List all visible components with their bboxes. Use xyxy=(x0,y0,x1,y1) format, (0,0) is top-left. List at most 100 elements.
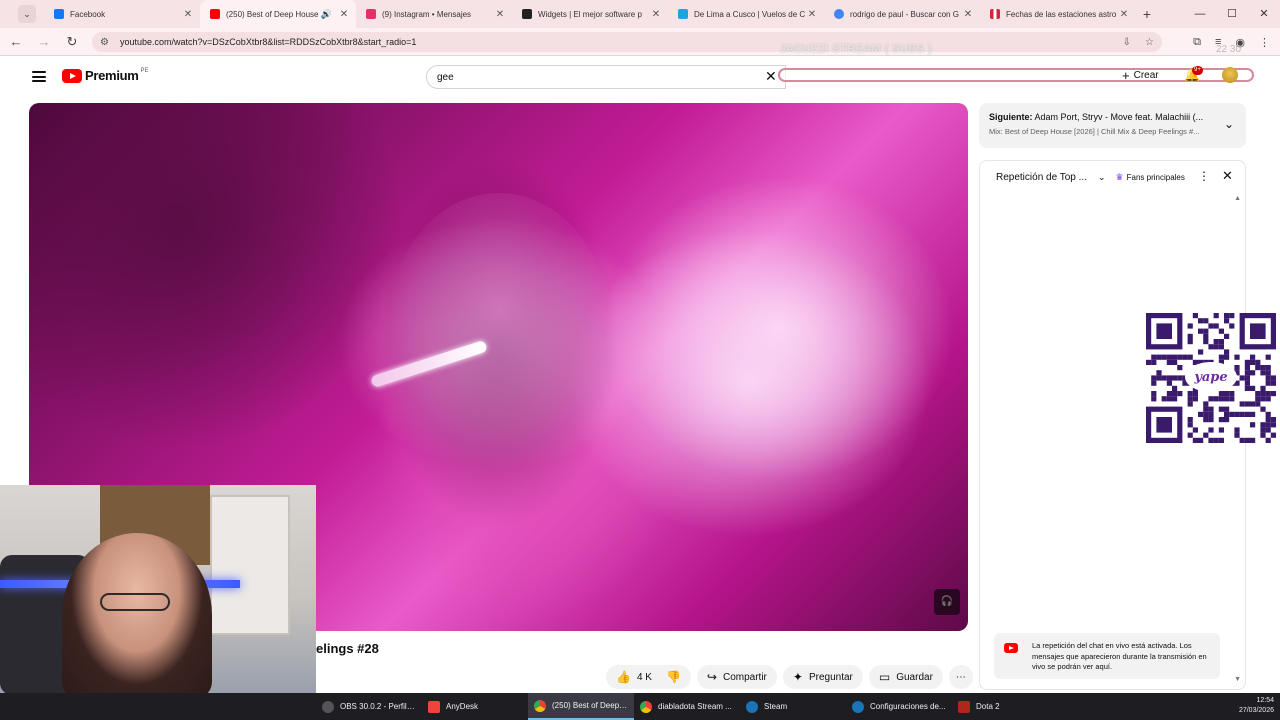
new-tab-button[interactable]: + xyxy=(1136,6,1158,22)
close-icon[interactable]: ✕ xyxy=(1118,9,1130,20)
stream-overlay-bar xyxy=(778,68,1254,82)
tab-seasons[interactable]: Fechas de las estaciones astro ✕ xyxy=(980,0,1136,28)
site-info-icon[interactable]: ⚙ xyxy=(100,37,114,48)
tab-instagram[interactable]: (9) Instagram • Mensajes ✕ xyxy=(356,0,512,28)
close-icon[interactable]: ✕ xyxy=(338,9,350,20)
tab-google-search[interactable]: rodrigo de paul - Buscar con G ✕ xyxy=(824,0,980,28)
back-icon[interactable]: ← xyxy=(4,34,28,49)
up-next-subtitle: Mix: Best of Deep House [2026] | Chill M… xyxy=(989,127,1200,136)
more-actions-button[interactable]: ⋯ xyxy=(948,665,973,689)
taskbar-item-chrome-stream[interactable]: diabladota Stream ... xyxy=(634,693,740,720)
chrome-icon xyxy=(534,699,546,712)
yape-logo: yape xyxy=(1185,362,1237,392)
taskbar-item-steam[interactable]: Steam xyxy=(740,693,846,720)
search-input[interactable]: gee xyxy=(426,65,786,89)
taskbar-item-anydesk[interactable]: AnyDesk xyxy=(422,693,528,720)
taskbar-item-obs[interactable]: OBS 30.0.2 - Perfil: ... xyxy=(316,693,422,720)
url-bar[interactable]: ⚙ youtube.com/watch?v=DSzCobXtbr8&list=R… xyxy=(92,32,1162,52)
tab-youtube[interactable]: (250) Best of Deep House 🔊 ✕ xyxy=(200,0,356,28)
more-icon: ⋯ xyxy=(955,671,966,683)
youtube-icon xyxy=(1004,643,1018,653)
tab-label: (250) Best of Deep House xyxy=(226,9,319,19)
share-icon: ↪ xyxy=(706,670,717,684)
browser-tab-bar: ⌄ Facebook ✕ (250) Best of Deep House 🔊 … xyxy=(0,0,1280,28)
create-button[interactable]: + Crear xyxy=(1122,68,1159,83)
save-button[interactable]: ▭ Guardar xyxy=(868,665,943,689)
minimize-icon[interactable]: — xyxy=(1184,0,1216,28)
tab-search-icon[interactable]: ⌄ xyxy=(18,5,36,23)
tab-label: rodrigo de paul - Buscar con G xyxy=(850,9,959,19)
top-fans-label: Fans principales xyxy=(1126,172,1185,182)
clock-date: 27/03/2026 xyxy=(1238,707,1274,714)
browser-menu-icon[interactable]: ⋮ xyxy=(1259,36,1270,49)
up-next-label: Siguiente: xyxy=(989,112,1033,122)
close-icon[interactable]: ✕ xyxy=(962,9,974,20)
thumbs-up-icon: 👍 xyxy=(616,670,631,684)
clear-search-icon[interactable]: ✕ xyxy=(765,68,777,85)
speaker-icon[interactable]: 🔊 xyxy=(321,9,332,20)
video-frame-face xyxy=(389,193,609,453)
create-label: Crear xyxy=(1133,70,1159,81)
webcam-overlay xyxy=(0,485,316,693)
flight-icon xyxy=(678,9,688,19)
taskbar-label: OBS 30.0.2 - Perfil: ... xyxy=(340,702,416,711)
chat-header: Repetición de Top ... ⌄ ♛ Fans principal… xyxy=(980,161,1245,193)
taskbar-item-steam-settings[interactable]: Configuraciones de... xyxy=(846,693,952,720)
forward-icon[interactable]: → xyxy=(32,34,56,49)
notification-badge: 9+ xyxy=(1192,66,1203,75)
chevron-down-icon[interactable]: ⌄ xyxy=(1224,117,1234,131)
top-fans-badge[interactable]: ♛ Fans principales xyxy=(1116,172,1185,183)
taskbar-label: Configuraciones de... xyxy=(870,702,946,711)
youtube-logo[interactable]: Premium PE xyxy=(62,68,149,83)
close-icon[interactable]: ✕ xyxy=(806,9,818,20)
chevron-down-icon[interactable]: ⌄ xyxy=(1098,172,1106,183)
channel-watermark-icon[interactable]: 🎧 xyxy=(934,589,960,615)
youtube-icon xyxy=(210,9,220,19)
steam-icon xyxy=(746,700,758,713)
anydesk-icon xyxy=(428,700,440,713)
ask-label: Preguntar xyxy=(808,671,853,683)
country-code: PE xyxy=(140,67,149,74)
taskbar-item-chrome-youtube[interactable]: (250) Best of Deep ... xyxy=(528,693,634,720)
scroll-down-icon[interactable]: ▼ xyxy=(1234,676,1241,683)
peru-flag-icon xyxy=(990,9,1000,19)
close-chat-icon[interactable]: ✕ xyxy=(1222,168,1233,184)
close-icon[interactable]: ✕ xyxy=(650,9,662,20)
chat-mode-title[interactable]: Repetición de Top ... xyxy=(996,172,1092,183)
brand-label: Premium xyxy=(85,68,139,83)
share-button[interactable]: ↪ Compartir xyxy=(696,665,777,689)
extensions-icon[interactable]: ⧉ xyxy=(1193,36,1201,49)
system-clock[interactable]: 12:54 27/03/2026 xyxy=(1239,696,1274,716)
bookmark-star-icon[interactable]: ☆ xyxy=(1145,37,1154,48)
tab-flights[interactable]: De Lima a Cusco | Vuelos de C ✕ xyxy=(668,0,824,28)
chat-notice-text: La repetición del chat en vivo está acti… xyxy=(1032,641,1207,671)
maximize-icon[interactable]: ☐ xyxy=(1216,0,1248,28)
reload-icon[interactable]: ↻ xyxy=(60,34,84,50)
taskbar-label: Dota 2 xyxy=(976,702,1000,711)
chat-more-icon[interactable]: ⋮ xyxy=(1198,169,1210,183)
webcam-person xyxy=(62,533,212,693)
close-window-icon[interactable]: ✕ xyxy=(1248,0,1280,28)
video-title: elings #28 xyxy=(316,641,379,656)
bookmark-icon: ▭ xyxy=(878,670,891,684)
youtube-header: Premium PE gee ✕ + Crear 🔔 9+ xyxy=(14,58,1264,98)
webcam-glasses xyxy=(100,593,170,611)
plus-icon: + xyxy=(1122,68,1130,83)
ask-button[interactable]: ✦ Preguntar xyxy=(782,665,863,689)
scroll-up-icon[interactable]: ▲ xyxy=(1234,195,1241,202)
tab-facebook[interactable]: Facebook ✕ xyxy=(44,0,200,28)
tab-label: De Lima a Cusco | Vuelos de C xyxy=(694,9,806,19)
tab-widgets[interactable]: Widgets | El mejor software p ✕ xyxy=(512,0,668,28)
close-icon[interactable]: ✕ xyxy=(182,9,194,20)
taskbar-item-dota[interactable]: Dota 2 xyxy=(952,693,1058,720)
like-button[interactable]: 👍 4 K 👎 xyxy=(606,665,691,689)
webcam-door xyxy=(210,495,290,635)
avatar[interactable] xyxy=(1222,67,1238,83)
steam-icon xyxy=(852,700,864,713)
hamburger-menu-icon[interactable] xyxy=(32,71,46,82)
up-next-card[interactable]: Siguiente: Adam Port, Stryv - Move feat.… xyxy=(979,103,1246,148)
clock-time: 12:54 xyxy=(1256,697,1274,704)
install-icon[interactable]: ⇩ xyxy=(1123,37,1131,48)
close-icon[interactable]: ✕ xyxy=(494,9,506,20)
thumbs-down-icon[interactable]: 👎 xyxy=(666,670,681,684)
